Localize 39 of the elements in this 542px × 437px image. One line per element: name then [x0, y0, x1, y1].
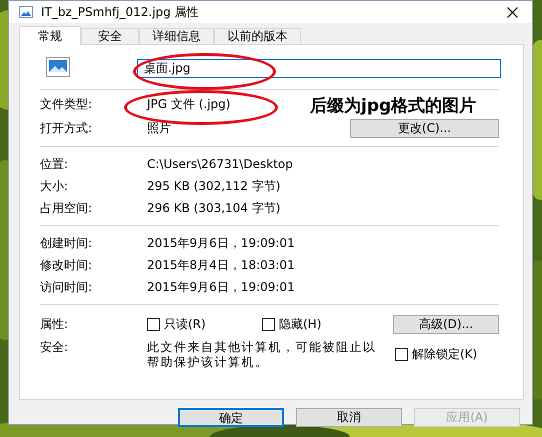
checkbox-label[interactable]: 隐藏(H)	[279, 316, 322, 332]
field-value: 照片	[147, 120, 171, 136]
image-file-icon	[46, 56, 70, 76]
field-value: C:\Users\26731\Desktop	[147, 157, 293, 171]
advanced-button[interactable]: 高级(D)...	[393, 314, 499, 334]
tab[interactable]: 以前的版本	[214, 28, 301, 44]
dialog-button[interactable]: 取消	[296, 408, 402, 427]
window-title: IT_bz_PSmhfj_012.jpg 属性	[41, 4, 200, 20]
field-value: 295 KB (302,112 字节)	[147, 178, 280, 194]
security-message: 此文件来自其他计算机，可能被阻止以帮助保护该计算机。	[147, 340, 378, 370]
checkbox[interactable]	[147, 318, 160, 330]
field-value: 296 KB (303,104 字节)	[147, 200, 280, 216]
field-value: 2015年9月6日，19:09:01	[147, 234, 295, 252]
checkbox-label[interactable]: 解除锁定(K)	[412, 346, 478, 363]
tab[interactable]: 安全	[81, 28, 139, 44]
field-label: 安全:	[40, 340, 70, 355]
field-label: 位置:	[40, 156, 70, 172]
checkbox-label[interactable]: 只读(R)	[164, 316, 206, 332]
checkbox[interactable]	[395, 348, 408, 361]
close-icon[interactable]	[507, 6, 518, 18]
field-value: JPG 文件 (.jpg)	[147, 96, 230, 112]
annotation-text: 后缀为jpg格式的图片	[310, 96, 476, 117]
checkbox[interactable]	[262, 318, 275, 330]
image-file-icon	[19, 6, 33, 18]
field-label: 大小:	[40, 178, 70, 194]
field-label: 属性:	[40, 316, 70, 332]
field-label: 占用空间:	[40, 200, 94, 216]
tab[interactable]: 详细信息	[139, 28, 214, 44]
field-value: 2015年9月6日，19:09:01	[147, 278, 295, 296]
field-label: 打开方式:	[40, 120, 94, 136]
field-label: 创建时间:	[40, 234, 94, 252]
tab[interactable]: 常规	[19, 26, 81, 45]
dialog-button[interactable]: 确定	[178, 408, 284, 427]
field-value: 2015年8月4日，18:03:01	[147, 256, 295, 274]
field-label: 访问时间:	[40, 278, 94, 296]
change-button[interactable]: 更改(C)...	[350, 118, 499, 138]
field-label: 文件类型:	[40, 96, 94, 112]
file-name-field[interactable]: 桌面.jpg	[137, 58, 501, 78]
field-label: 修改时间:	[40, 256, 94, 274]
